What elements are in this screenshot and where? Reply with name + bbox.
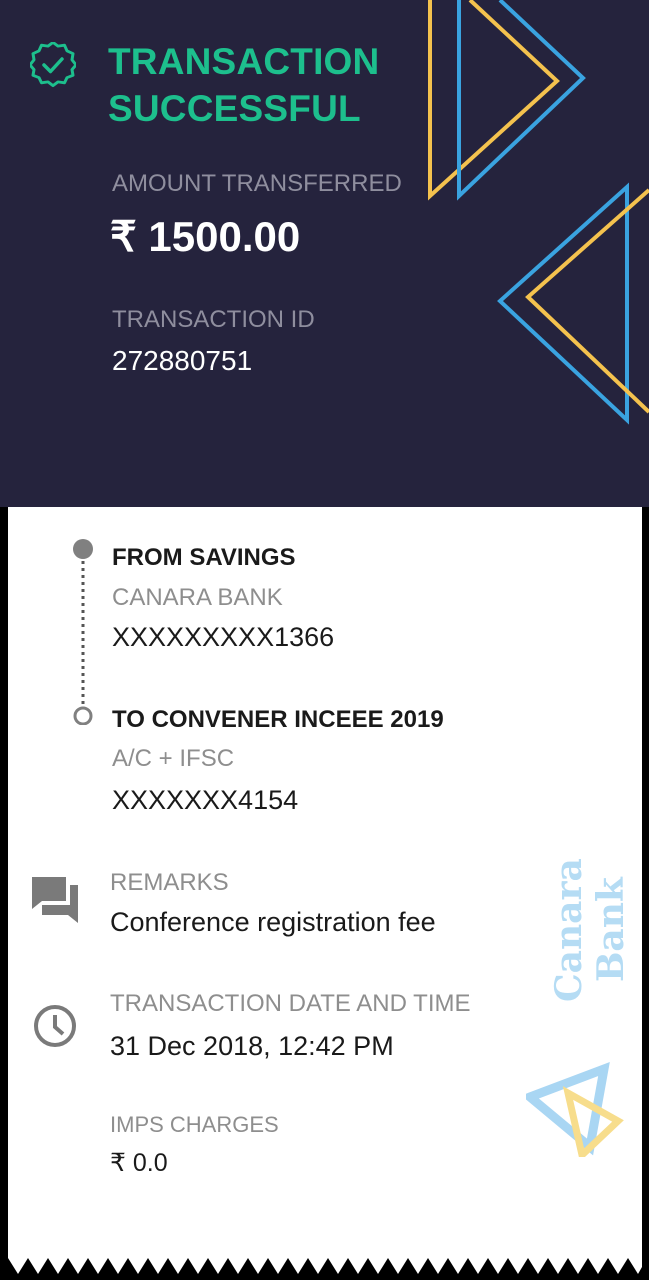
bank-watermark: Canara Bank (548, 858, 632, 1002)
datetime-value: 31 Dec 2018, 12:42 PM (110, 1031, 394, 1061)
remarks-value: Conference registration fee (110, 907, 436, 937)
check-circle-icon (30, 42, 76, 88)
transfer-timeline (73, 539, 93, 725)
imps-charges-label: IMPS CHARGES (110, 1112, 279, 1137)
remarks-label: REMARKS (110, 869, 229, 896)
transaction-id-value: 272880751 (112, 345, 253, 376)
to-account-title: TO CONVENER INCEEE 2019 (112, 706, 444, 733)
datetime-label: TRANSACTION DATE AND TIME (110, 990, 471, 1017)
from-account-number: XXXXXXXXX1366 (112, 622, 335, 652)
chat-bubbles-icon (32, 877, 78, 923)
from-account-title: FROM SAVINGS (112, 544, 296, 571)
amount-value: ₹ 1500.00 (110, 213, 301, 260)
from-bank-name: CANARA BANK (112, 584, 283, 611)
transaction-header: TRANSACTION SUCCESSFUL AMOUNT TRANSFERRE… (0, 0, 649, 507)
receipt-zigzag-edge (8, 1258, 642, 1280)
transaction-id-label: TRANSACTION ID (112, 306, 315, 333)
amount-label: AMOUNT TRANSFERRED (112, 170, 402, 197)
receipt-card: FROM SAVINGS CANARA BANK XXXXXXXXX1366 T… (8, 507, 642, 1280)
bank-logo-watermark (526, 1061, 624, 1157)
imps-charges-value: ₹ 0.0 (110, 1149, 168, 1177)
to-account-type: A/C + IFSC (112, 745, 235, 772)
status-title: TRANSACTION SUCCESSFUL (108, 41, 380, 129)
to-account-number: XXXXXXX4154 (112, 785, 299, 815)
clock-icon (34, 1005, 76, 1047)
